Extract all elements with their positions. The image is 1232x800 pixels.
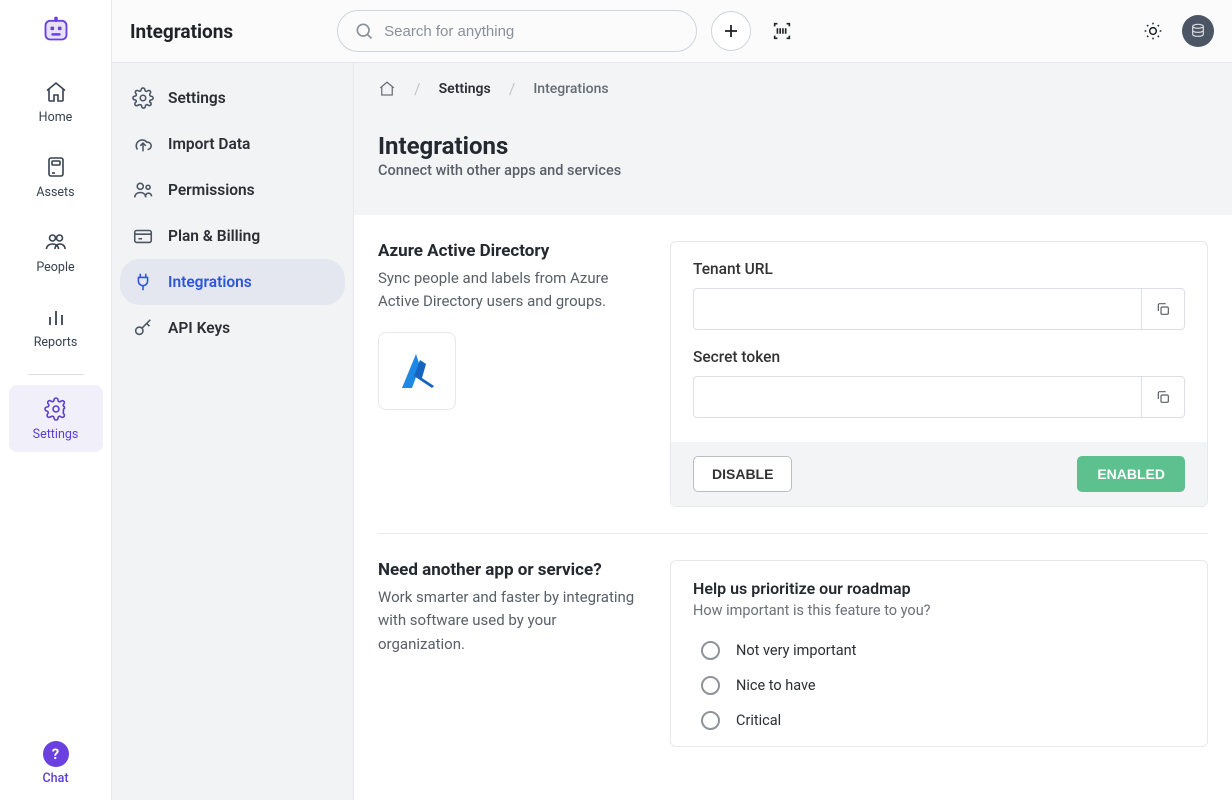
theme-toggle[interactable]: [1136, 14, 1170, 48]
topbar: Integrations: [112, 0, 1232, 63]
roadmap-card: Help us prioritize our roadmap How impor…: [670, 560, 1208, 747]
azure-title: Azure Active Directory: [378, 241, 642, 261]
nav-people[interactable]: People: [9, 218, 103, 285]
page-title: Integrations: [378, 132, 1208, 160]
nav-divider: [28, 374, 84, 375]
nav-people-label: People: [36, 260, 74, 275]
copy-tenant-button[interactable]: [1141, 288, 1185, 330]
cloud-upload-icon: [132, 133, 154, 155]
another-info: Need another app or service? Work smarte…: [378, 560, 642, 747]
key-icon: [132, 317, 154, 339]
settings-icon: [44, 397, 68, 421]
sidebar-item-label: Settings: [168, 89, 226, 107]
nav-home-label: Home: [39, 110, 73, 125]
people-icon: [44, 230, 68, 254]
main-area: Integrations Settings: [112, 0, 1232, 800]
permissions-icon: [132, 179, 154, 201]
tenant-url-label: Tenant URL: [693, 260, 1185, 278]
breadcrumb-home[interactable]: [378, 80, 396, 98]
radio-icon: [701, 711, 720, 730]
global-search[interactable]: [337, 10, 697, 52]
add-button[interactable]: [711, 11, 751, 51]
database-button[interactable]: [1182, 15, 1214, 47]
roadmap-option-label: Critical: [736, 712, 781, 729]
secret-token-label: Secret token: [693, 348, 1185, 366]
azure-desc: Sync people and labels from Azure Active…: [378, 267, 642, 314]
roadmap-option-critical[interactable]: Critical: [693, 703, 1185, 738]
sidebar-item-permissions[interactable]: Permissions: [120, 167, 345, 213]
sidebar-item-settings[interactable]: Settings: [120, 75, 345, 121]
roadmap-subtitle: How important is this feature to you?: [693, 602, 1185, 619]
radio-icon: [701, 676, 720, 695]
another-desc: Work smarter and faster by integrating w…: [378, 586, 642, 656]
page-section-title: Integrations: [130, 20, 233, 43]
nav-chat-label: Chat: [42, 771, 68, 786]
secret-token-input[interactable]: [693, 376, 1141, 418]
plug-icon: [132, 271, 154, 293]
sidebar-item-integrations[interactable]: Integrations: [120, 259, 345, 305]
section-divider: [378, 533, 1208, 534]
content-area: / Settings / Integrations Integrations C…: [354, 63, 1232, 800]
sidebar-item-import[interactable]: Import Data: [120, 121, 345, 167]
copy-secret-button[interactable]: [1141, 376, 1185, 418]
sidebar-item-label: Import Data: [168, 135, 250, 153]
nav-assets[interactable]: Assets: [9, 143, 103, 210]
tenant-url-input[interactable]: [693, 288, 1141, 330]
nav-chat[interactable]: ? Chat: [9, 731, 103, 800]
roadmap-option-label: Not very important: [736, 642, 856, 659]
sidebar-item-label: API Keys: [168, 319, 230, 337]
another-title: Need another app or service?: [378, 560, 642, 580]
roadmap-option-nice[interactable]: Nice to have: [693, 668, 1185, 703]
nav-settings-label: Settings: [33, 427, 79, 442]
nav-settings[interactable]: Settings: [9, 385, 103, 452]
sidebar-item-label: Permissions: [168, 181, 255, 199]
assets-icon: [44, 155, 68, 179]
breadcrumb-settings[interactable]: Settings: [439, 81, 491, 97]
reports-icon: [44, 305, 68, 329]
sidebar-item-billing[interactable]: Plan & Billing: [120, 213, 345, 259]
sidebar-item-apikeys[interactable]: API Keys: [120, 305, 345, 351]
primary-nav: Home Assets People Reports Settings ? Ch…: [0, 0, 112, 800]
enabled-badge: ENABLED: [1077, 456, 1185, 492]
page-subtitle: Connect with other apps and services: [378, 162, 1208, 179]
sidebar-item-label: Integrations: [168, 273, 252, 291]
credit-card-icon: [132, 225, 154, 247]
azure-logo-icon: [378, 332, 456, 410]
disable-button[interactable]: DISABLE: [693, 456, 792, 492]
home-icon: [44, 80, 68, 104]
page-header: Integrations Connect with other apps and…: [354, 114, 1232, 215]
azure-info: Azure Active Directory Sync people and l…: [378, 241, 642, 507]
settings-sidebar: Settings Import Data Permissions Plan & …: [112, 63, 354, 800]
chat-icon: ?: [43, 741, 69, 767]
breadcrumb-sep: /: [509, 79, 516, 98]
breadcrumb-integrations[interactable]: Integrations: [533, 81, 608, 97]
sidebar-item-label: Plan & Billing: [168, 227, 260, 245]
azure-config-card: Tenant URL Secret token: [670, 241, 1208, 507]
search-input[interactable]: [384, 23, 680, 40]
breadcrumb-sep: /: [414, 79, 421, 98]
breadcrumb: / Settings / Integrations: [354, 63, 1232, 114]
roadmap-option-not-important[interactable]: Not very important: [693, 633, 1185, 668]
nav-reports[interactable]: Reports: [9, 293, 103, 360]
gear-icon: [132, 87, 154, 109]
nav-reports-label: Reports: [34, 335, 78, 350]
app-logo[interactable]: [41, 14, 71, 44]
roadmap-title: Help us prioritize our roadmap: [693, 579, 1185, 598]
nav-assets-label: Assets: [36, 185, 74, 200]
scan-button[interactable]: [765, 14, 799, 48]
nav-home[interactable]: Home: [9, 68, 103, 135]
radio-icon: [701, 641, 720, 660]
roadmap-option-label: Nice to have: [736, 677, 816, 694]
search-icon: [354, 21, 374, 41]
